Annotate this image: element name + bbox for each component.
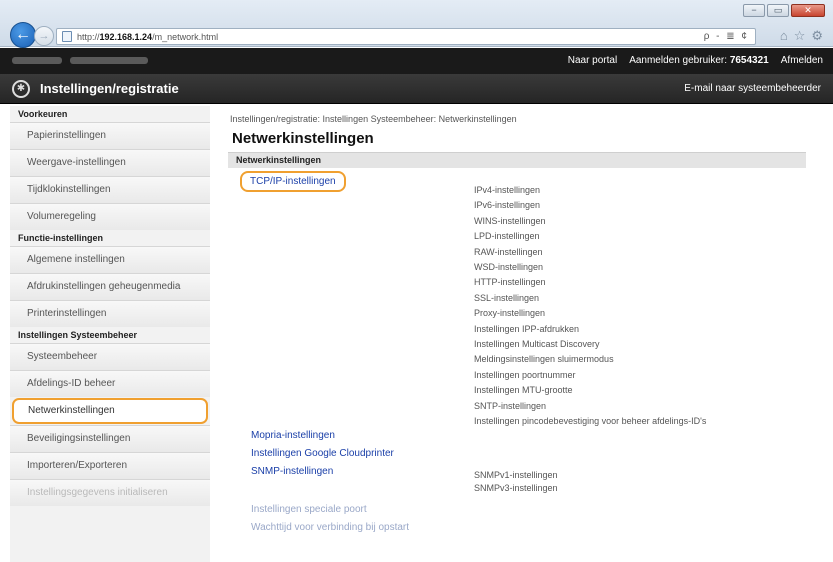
sidebar-item-systeembeheer[interactable]: Systeembeheer: [10, 343, 210, 370]
special-port-link[interactable]: Instellingen speciale poort: [251, 504, 367, 515]
sidebar-item-netwerkinstellingen[interactable]: Netwerkinstellingen: [12, 398, 208, 424]
favorites-star-icon[interactable]: ☆: [794, 28, 806, 44]
sidebar-item-afdelings-id-beheer[interactable]: Afdelings-ID beheer: [10, 370, 210, 397]
header-title: Instellingen/registratie: [40, 81, 179, 96]
sidebar-section-instellingen-systeembeheer: Instellingen Systeembeheer: [18, 330, 138, 340]
snmp-sub-item: SNMPv1-instellingen: [474, 470, 558, 480]
home-icon[interactable]: ⌂: [780, 28, 788, 44]
settings-list: TCP/IP-instellingen IPv4-instellingen IPv…: [228, 168, 808, 548]
url-text: http://192.168.1.24/m_network.html: [77, 31, 219, 42]
mopria-settings-link[interactable]: Mopria-instellingen: [251, 430, 335, 441]
settings-logo-icon: ✱: [12, 80, 30, 98]
sidebar-item-papierinstellingen[interactable]: Papierinstellingen: [10, 122, 210, 149]
tcpip-sub-item: IPv4-instellingen: [474, 185, 541, 195]
sidebar-item-importeren-exporteren[interactable]: Importeren/Exporteren: [10, 452, 210, 479]
tcpip-sub-item: Instellingen MTU-grootte: [474, 385, 573, 396]
sidebar-item-volumeregeling[interactable]: Volumeregeling: [10, 203, 210, 230]
top-bar: Naar portal Aanmelden gebruiker: 7654321…: [0, 48, 833, 74]
logout-link[interactable]: Afmelden: [781, 55, 823, 66]
snmp-settings-link[interactable]: SNMP-instellingen: [251, 466, 333, 477]
sidebar-item-printerinstellingen[interactable]: Printerinstellingen: [10, 300, 210, 327]
sidebar-item-algemene-instellingen[interactable]: Algemene instellingen: [10, 246, 210, 273]
blurred-device-info: [12, 57, 148, 64]
sidebar-item-instellingsgegevens-initialiseren[interactable]: Instellingsgegevens initialiseren: [10, 479, 210, 506]
address-bar[interactable]: http://192.168.1.24/m_network.html ρ - ≣…: [56, 28, 756, 45]
tcpip-sub-item: Instellingen IPP-afdrukken: [474, 323, 580, 334]
page-header: ✱ Instellingen/registratie E-mail naar s…: [0, 74, 833, 104]
tcpip-sub-item: RAW-instellingen: [474, 246, 543, 257]
browser-chrome: − ▭ ✕ ← → http://192.168.1.24/m_network.…: [0, 0, 833, 48]
sidebar-item-weergave-instellingen[interactable]: Weergave-instellingen: [10, 149, 210, 176]
main-content: Instellingen/registratie: Instellingen S…: [228, 106, 808, 562]
close-button[interactable]: ✕: [791, 4, 825, 17]
sidebar-item-tijdklokinstellingen[interactable]: Tijdklokinstellingen: [10, 176, 210, 203]
tcpip-sub-item: Instellingen pincodebevestiging voor beh…: [474, 416, 707, 426]
sidebar-item-afdrukinstellingen-geheugenmedia[interactable]: Afdrukinstellingen geheugenmedia: [10, 273, 210, 300]
tcpip-sub-item: Instellingen poortnummer: [474, 369, 576, 380]
login-user: Aanmelden gebruiker: 7654321: [629, 55, 769, 66]
tcpip-sub-item: Instellingen Multicast Discovery: [474, 339, 600, 349]
page-icon: [62, 31, 72, 42]
settings-gear-icon[interactable]: ⚙: [811, 28, 823, 44]
mail-admin-link[interactable]: E-mail naar systeembeheerder: [684, 83, 821, 94]
tcpip-sub-item: WINS-instellingen: [474, 215, 546, 226]
tcpip-settings-link[interactable]: TCP/IP-instellingen: [240, 171, 346, 192]
forward-arrow-icon[interactable]: →: [34, 26, 54, 46]
tcpip-sub-item: WSD-instellingen: [474, 262, 544, 272]
tcpip-sub-item: HTTP-instellingen: [474, 277, 546, 288]
sidebar: Voorkeuren Papierinstellingen Weergave-ins…: [10, 106, 210, 562]
tcpip-sub-item: Meldingsinstellingen sluimermodus: [474, 354, 614, 365]
sidebar-section-voorkeuren: Voorkeuren: [18, 109, 68, 119]
google-cloudprinter-link[interactable]: Instellingen Google Cloudprinter: [251, 448, 394, 459]
address-bar-actions[interactable]: ρ - ≣ ¢: [704, 31, 749, 42]
page-title: Netwerkinstellingen: [232, 130, 374, 147]
tcpip-sub-item: LPD-instellingen: [474, 231, 540, 242]
sidebar-item-beveiligingsinstellingen[interactable]: Beveiligingsinstellingen: [10, 425, 210, 452]
maximize-button[interactable]: ▭: [767, 4, 789, 17]
section-header: Netwerkinstellingen: [228, 152, 806, 168]
sidebar-section-functie-instellingen: Functie-instellingen: [18, 233, 104, 243]
breadcrumb: Instellingen/registratie: Instellingen S…: [230, 114, 517, 124]
minimize-button[interactable]: −: [743, 4, 765, 17]
portal-link[interactable]: Naar portal: [568, 55, 617, 66]
back-arrow-icon[interactable]: ←: [10, 22, 36, 48]
tcpip-sub-item: IPv6-instellingen: [474, 200, 541, 211]
window-controls: − ▭ ✕: [743, 4, 825, 17]
snmp-sub-item: SNMPv3-instellingen: [474, 483, 558, 493]
browser-toolbar-icons: ⌂ ☆ ⚙: [780, 28, 823, 44]
startup-wait-link[interactable]: Wachttijd voor verbinding bij opstart: [251, 522, 409, 533]
tcpip-sub-item: SSL-instellingen: [474, 292, 540, 303]
tcpip-sub-item: Proxy-instellingen: [474, 308, 546, 319]
tcpip-sub-item: SNTP-instellingen: [474, 400, 547, 411]
top-links: Naar portal Aanmelden gebruiker: 7654321…: [568, 55, 823, 66]
